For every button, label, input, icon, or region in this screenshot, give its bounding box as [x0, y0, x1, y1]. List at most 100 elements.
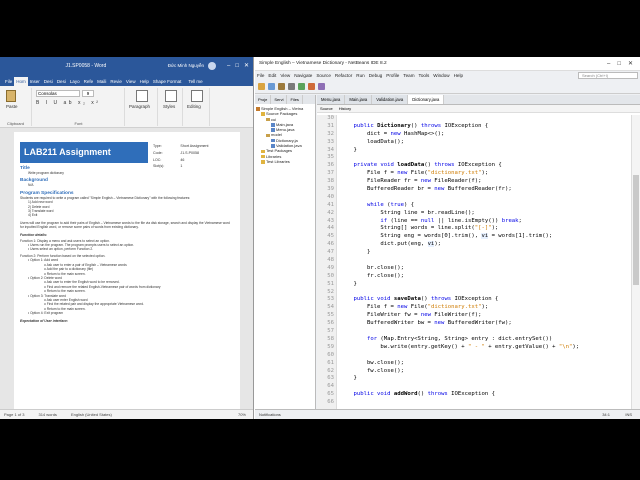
panel-tab[interactable]: Servi: [271, 95, 288, 104]
nb-maximize-icon[interactable]: □: [617, 61, 621, 67]
word-tab[interactable]: Hom: [14, 77, 28, 86]
editing-group[interactable]: Editing: [184, 88, 210, 126]
editor-toolbar: Source History: [317, 105, 640, 113]
menu-item-refactor[interactable]: Refactor: [335, 73, 352, 78]
tree-item-label: Simple English – Vietna: [261, 106, 304, 111]
document-area[interactable]: LAB211 Assignment Type: Short Assignment C…: [0, 128, 253, 409]
editor-tab[interactable]: Menu.java: [317, 95, 346, 104]
tell-me-search[interactable]: Tell me: [186, 77, 204, 86]
format-buttons[interactable]: B I U ab x₂ x²: [36, 100, 100, 106]
word-tab[interactable]: Maili: [95, 77, 108, 86]
styles-group[interactable]: Styles: [159, 88, 183, 126]
line-number: 32: [327, 130, 334, 137]
debug-icon[interactable]: [308, 83, 315, 90]
code-line: loadData();: [340, 138, 404, 145]
java-icon: [271, 123, 275, 127]
java-icon: [271, 128, 275, 132]
font-size-input[interactable]: 9: [82, 90, 94, 97]
editor-view-history[interactable]: History: [339, 106, 351, 111]
menu-item-tools[interactable]: Tools: [419, 73, 430, 78]
page-count[interactable]: Page 1 of 3: [4, 412, 24, 417]
tree-item-label: Validation.java: [276, 143, 302, 149]
coffee-icon: [256, 107, 260, 111]
menu-item-view[interactable]: View: [280, 73, 290, 78]
font-name-input[interactable]: Consolas: [36, 90, 80, 97]
menu-item-window[interactable]: Window: [433, 73, 449, 78]
menu-item-run[interactable]: Run: [356, 73, 364, 78]
notifications-button[interactable]: Notifications: [259, 412, 281, 417]
code-line: if (line == null || line.isEmpty()) brea…: [380, 217, 522, 224]
menu-item-team[interactable]: Team: [403, 73, 414, 78]
word-tab[interactable]: View: [124, 77, 138, 86]
editor-view-source[interactable]: Source: [320, 106, 333, 111]
word-tab[interactable]: Desi: [42, 77, 55, 86]
code-line: public Dictionary() throws IOException {: [353, 122, 489, 129]
panel-tab[interactable]: Files: [287, 95, 303, 104]
menu-item-file[interactable]: File: [257, 73, 264, 78]
word-tab[interactable]: Layo: [68, 77, 82, 86]
line-number: 65: [327, 391, 334, 398]
close-icon[interactable]: ✕: [244, 62, 249, 69]
document-page[interactable]: LAB211 Assignment Type: Short Assignment C…: [14, 132, 240, 409]
meta-key: Type:: [153, 144, 162, 148]
line-number: 44: [327, 225, 334, 232]
word-tab[interactable]: File: [3, 77, 14, 86]
editor-tab[interactable]: Main.java: [345, 95, 373, 104]
doc-feature-list: 1) Add new word 2) Delete word 3) Translat…: [20, 200, 234, 218]
nb-close-icon[interactable]: ✕: [628, 60, 633, 67]
menu-item-source[interactable]: Source: [316, 73, 331, 78]
paste-icon[interactable]: [6, 90, 16, 102]
code-area[interactable]: 30 31 32 33 34 35 36 37 38 39 40 41 42 43 44 45 46 47 48 49…: [317, 115, 640, 409]
meta-row: LOC: 46: [153, 158, 223, 163]
word-tab[interactable]: Help: [138, 77, 151, 86]
editor-tab[interactable]: Validation.java: [372, 95, 409, 104]
code-line: public void addWord() throws IOException…: [353, 391, 495, 398]
editor-scrollbar[interactable]: [631, 115, 640, 409]
meta-value: 46: [180, 157, 185, 162]
line-number: 42: [327, 209, 334, 216]
source-code[interactable]: public Dictionary() throws IOException {…: [340, 115, 630, 399]
maximize-icon[interactable]: □: [235, 63, 239, 69]
doc-function-1-list: • Users run the program. The program pro…: [20, 243, 234, 252]
line-number: 39: [327, 186, 334, 193]
profile-icon[interactable]: [318, 83, 325, 90]
tree-item[interactable]: Test Libraries: [256, 159, 314, 164]
panel-tab[interactable]: Proje: [255, 95, 272, 104]
scrollbar-thumb[interactable]: [633, 175, 639, 285]
new-project-icon[interactable]: [258, 83, 265, 90]
new-file-icon[interactable]: [268, 83, 275, 90]
word-tab[interactable]: Revie: [108, 77, 124, 86]
code-line: }: [340, 280, 357, 287]
menu-item-profile[interactable]: Profile: [386, 73, 399, 78]
editor-tab[interactable]: Dictionary.java: [408, 95, 445, 104]
search-input[interactable]: Search (Ctrl+I): [578, 72, 638, 79]
zoom-level[interactable]: 70%: [238, 412, 246, 417]
minimize-icon[interactable]: –: [227, 63, 230, 69]
word-count[interactable]: 314 words: [38, 412, 56, 417]
paste-button[interactable]: Paste: [6, 104, 18, 109]
word-tab[interactable]: Shape Format: [151, 77, 184, 86]
nb-minimize-icon[interactable]: –: [607, 61, 610, 67]
word-tab[interactable]: Inser: [28, 77, 42, 86]
line-number: 62: [327, 367, 334, 374]
menu-item-edit[interactable]: Edit: [268, 73, 276, 78]
menu-item-help[interactable]: Help: [454, 73, 463, 78]
code-line: }: [340, 146, 357, 153]
save-all-icon[interactable]: [288, 83, 295, 90]
word-tab[interactable]: Desi: [55, 77, 68, 86]
word-tab[interactable]: Refe: [82, 77, 96, 86]
menu-item-debug[interactable]: Debug: [369, 73, 383, 78]
meta-row: Type: Short Assignment: [153, 144, 223, 149]
paragraph-group[interactable]: Paragraph: [126, 88, 158, 126]
line-number: 34: [327, 146, 334, 153]
line-number: 60: [327, 351, 334, 358]
line-number: 63: [327, 375, 334, 382]
run-icon[interactable]: [298, 83, 305, 90]
avatar[interactable]: [208, 61, 216, 70]
language[interactable]: English (United States): [71, 412, 112, 417]
meta-key: Code:: [153, 150, 163, 155]
open-project-icon[interactable]: [278, 83, 285, 90]
line-number: 58: [327, 335, 334, 342]
menu-item-navigate[interactable]: Navigate: [294, 73, 312, 78]
